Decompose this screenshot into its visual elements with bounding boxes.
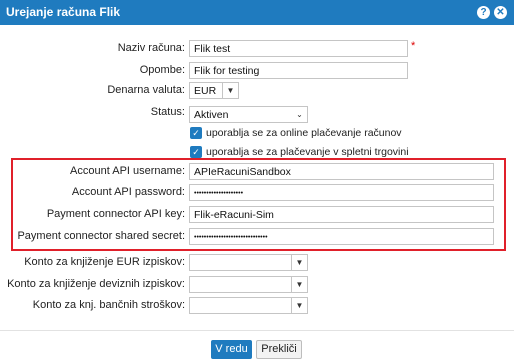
help-icon[interactable]: ? bbox=[477, 6, 490, 19]
chevron-down-icon: ▼ bbox=[291, 277, 307, 292]
checkbox-shop[interactable]: ✓ bbox=[190, 146, 202, 158]
checkbox-shop-label: uporablja se za plačevanje v spletni trg… bbox=[206, 146, 409, 158]
status-label: Status: bbox=[150, 106, 185, 118]
required-mark: * bbox=[411, 40, 416, 52]
connector-key-label: Payment connector API key: bbox=[46, 208, 185, 220]
connector-secret-input[interactable]: •••••••••••••••••••••••••••••• bbox=[189, 228, 494, 245]
status-value: Aktiven bbox=[194, 109, 229, 121]
dialog-titlebar: Urejanje računa Flik ? ✕ bbox=[0, 0, 514, 25]
api-password-label: Account API password: bbox=[71, 186, 185, 198]
currency-label: Denarna valuta: bbox=[107, 84, 185, 96]
close-icon[interactable]: ✕ bbox=[494, 6, 507, 19]
api-username-label: Account API username: bbox=[70, 165, 185, 177]
name-input[interactable]: Flik test bbox=[189, 40, 408, 57]
status-select[interactable]: Aktiven ⌄ bbox=[189, 106, 308, 123]
connector-secret-label: Payment connector shared secret: bbox=[17, 230, 185, 242]
konto-eur-select[interactable]: ▼ bbox=[189, 254, 308, 271]
api-username-input[interactable]: APIeRacuniSandbox bbox=[189, 163, 494, 180]
chevron-down-icon: ⌄ bbox=[296, 110, 303, 119]
footer-divider bbox=[0, 330, 514, 331]
checkbox-online[interactable]: ✓ bbox=[190, 127, 202, 139]
konto-eur-label: Konto za knjiženje EUR izpiskov: bbox=[24, 256, 185, 268]
chevron-down-icon: ▼ bbox=[291, 298, 307, 313]
chevron-down-icon: ▼ bbox=[291, 255, 307, 270]
konto-stroski-label: Konto za knj. bančnih stroškov: bbox=[32, 299, 185, 311]
konto-stroski-select[interactable]: ▼ bbox=[189, 297, 308, 314]
currency-value: EUR bbox=[194, 85, 217, 97]
cancel-button[interactable]: Prekliči bbox=[256, 340, 302, 359]
konto-deviz-label: Konto za knjiženje deviznih izpiskov: bbox=[7, 278, 185, 290]
connector-key-input[interactable]: Flik-eRacuni-Sim bbox=[189, 206, 494, 223]
dialog-title: Urejanje računa Flik bbox=[6, 5, 121, 19]
checkbox-online-label: uporablja se za online plačevanje računo… bbox=[206, 127, 402, 139]
ok-button[interactable]: V redu bbox=[211, 340, 252, 359]
currency-select[interactable]: EUR ▼ bbox=[189, 82, 239, 99]
api-password-input[interactable]: •••••••••••••••••••• bbox=[189, 184, 494, 201]
notes-input[interactable]: Flik for testing bbox=[189, 62, 408, 79]
chevron-down-icon: ▼ bbox=[222, 83, 238, 98]
name-label: Naziv računa: bbox=[117, 42, 185, 54]
notes-label: Opombe: bbox=[139, 64, 185, 76]
konto-deviz-select[interactable]: ▼ bbox=[189, 276, 308, 293]
